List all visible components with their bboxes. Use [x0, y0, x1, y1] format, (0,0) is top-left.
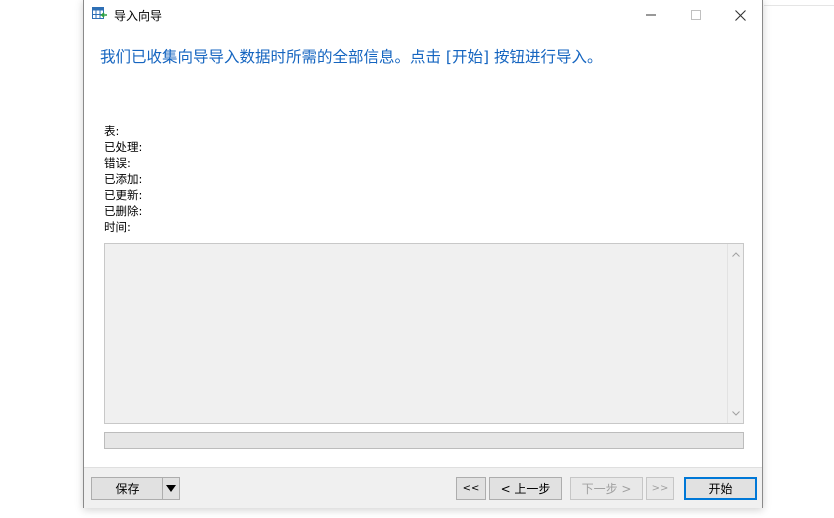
window-title: 导入向导 [114, 9, 163, 23]
first-step-button[interactable]: << [456, 477, 486, 500]
caret-down-icon [166, 484, 176, 492]
start-button[interactable]: 开始 [684, 477, 757, 500]
status-deleted-label: 已删除: [104, 204, 143, 218]
log-scrollbar[interactable] [727, 244, 743, 423]
import-wizard-dialog: 导入向导 我们已收集向导导入数据时所需的全部信息。点击 [开始] 按钮进行导入。… [83, 0, 763, 508]
chevron-up-icon[interactable] [728, 246, 744, 262]
status-added-label: 已添加: [104, 172, 143, 186]
minimize-icon [645, 14, 656, 16]
status-errors-label: 错误: [104, 156, 131, 170]
close-button[interactable] [718, 0, 763, 30]
title-bar[interactable]: 导入向导 [84, 0, 762, 30]
maximize-button[interactable] [673, 0, 718, 30]
next-step-button[interactable]: 下一步 > [570, 477, 643, 500]
save-button[interactable]: 保存 [91, 477, 163, 500]
import-progress-bar [104, 432, 744, 449]
wizard-heading: 我们已收集向导导入数据时所需的全部信息。点击 [开始] 按钮进行导入。 [100, 48, 603, 66]
status-updated-label: 已更新: [104, 188, 143, 202]
close-icon [735, 9, 746, 21]
table-import-icon [92, 6, 108, 22]
import-status-list: 表: 已处理: 错误: 已添加: 已更新: 已删除: 时间: [104, 123, 142, 235]
save-dropdown-button[interactable] [162, 477, 180, 500]
status-time-label: 时间: [104, 220, 131, 234]
chevron-down-icon[interactable] [728, 405, 744, 421]
wizard-footer: 保存 << < 上一步 下一步 > >> 开始 [84, 467, 762, 508]
status-processed-label: 已处理: [104, 140, 143, 154]
status-table-label: 表: [104, 124, 120, 138]
minimize-button[interactable] [628, 0, 673, 30]
background-window-edge [764, 0, 834, 6]
maximize-icon [690, 10, 701, 20]
last-step-button[interactable]: >> [646, 477, 674, 500]
import-log-textarea[interactable] [104, 243, 744, 424]
previous-step-button[interactable]: < 上一步 [489, 477, 562, 500]
